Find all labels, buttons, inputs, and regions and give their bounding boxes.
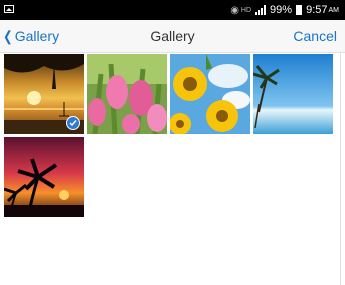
photo-thumbnail-palm-beach[interactable] bbox=[253, 54, 333, 134]
status-right: ◉ HD 99% 9:57 AM bbox=[230, 0, 339, 20]
signal-icon bbox=[255, 5, 267, 15]
selected-check-icon bbox=[66, 116, 80, 130]
photo-thumbnail-sunflowers[interactable] bbox=[170, 54, 250, 134]
wifi-icon: ◉ bbox=[230, 4, 239, 16]
clock-ampm: AM bbox=[328, 6, 340, 14]
battery-icon bbox=[296, 5, 303, 15]
app-header: ❮ Gallery Gallery Cancel bbox=[0, 20, 345, 53]
status-bar: ◉ HD 99% 9:57 AM bbox=[0, 0, 345, 20]
battery-percent: 99% bbox=[270, 4, 293, 16]
image-icon bbox=[4, 5, 14, 13]
cancel-button[interactable]: Cancel bbox=[293, 28, 337, 44]
scroll-edge bbox=[340, 52, 341, 285]
network-type: HD bbox=[240, 6, 252, 14]
clock-time: 9:57 bbox=[306, 4, 328, 16]
photo-thumbnail-sunset[interactable] bbox=[4, 54, 84, 134]
photo-thumbnail-tulips[interactable] bbox=[87, 54, 167, 134]
photo-thumbnail-palm-sunset[interactable] bbox=[4, 137, 84, 217]
